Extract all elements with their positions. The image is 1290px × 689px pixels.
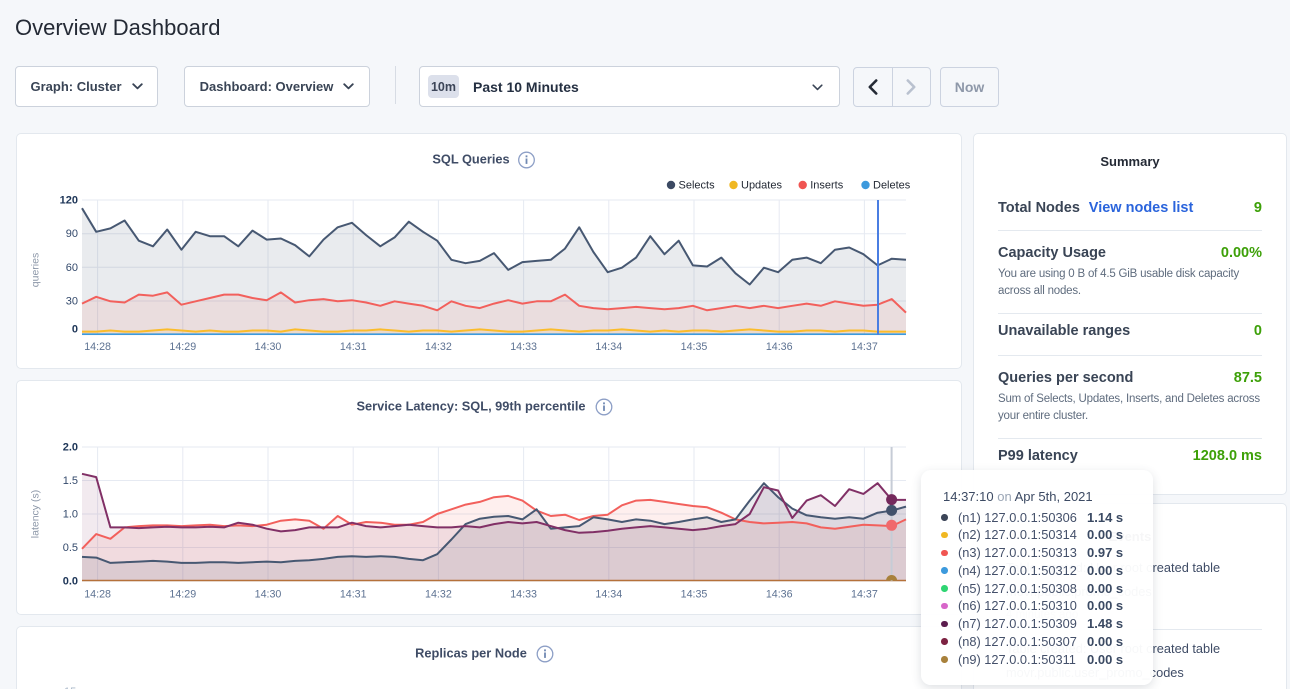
- svg-text:14:28: 14:28: [84, 589, 111, 601]
- svg-text:14:29: 14:29: [169, 589, 196, 601]
- svg-text:Replicas per Node: Replicas per Node: [415, 646, 527, 661]
- svg-text:14:33: 14:33: [510, 341, 537, 353]
- svg-text:60: 60: [66, 262, 78, 274]
- svg-text:Deletes: Deletes: [873, 180, 911, 192]
- svg-text:Selects: Selects: [679, 180, 716, 192]
- svg-text:queries: queries: [30, 253, 42, 287]
- svg-text:14:29: 14:29: [169, 341, 196, 353]
- svg-text:30: 30: [66, 296, 78, 308]
- svg-text:0: 0: [72, 324, 78, 336]
- svg-text:90: 90: [66, 228, 78, 240]
- svg-text:1.0: 1.0: [63, 509, 78, 521]
- svg-text:14:28: 14:28: [84, 341, 111, 353]
- svg-text:14:34: 14:34: [595, 589, 622, 601]
- svg-text:14:37: 14:37: [851, 589, 878, 601]
- svg-text:Inserts: Inserts: [810, 180, 844, 192]
- svg-text:14:30: 14:30: [255, 341, 282, 353]
- svg-text:120: 120: [60, 195, 78, 207]
- svg-text:1.5: 1.5: [63, 475, 78, 487]
- svg-text:14:30: 14:30: [255, 589, 282, 601]
- svg-text:0.0: 0.0: [63, 576, 78, 588]
- svg-text:14:35: 14:35: [681, 589, 708, 601]
- svg-text:14:31: 14:31: [340, 589, 367, 601]
- svg-text:latency (s): latency (s): [30, 490, 42, 538]
- svg-text:14:33: 14:33: [510, 589, 537, 601]
- svg-text:14:31: 14:31: [340, 341, 367, 353]
- svg-text:14:36: 14:36: [766, 341, 793, 353]
- svg-text:14:36: 14:36: [766, 589, 793, 601]
- svg-text:14:37: 14:37: [851, 341, 878, 353]
- svg-text:2.0: 2.0: [63, 442, 78, 454]
- svg-text:14:34: 14:34: [595, 341, 622, 353]
- svg-text:14:32: 14:32: [425, 589, 452, 601]
- svg-text:14:32: 14:32: [425, 341, 452, 353]
- svg-text:0.5: 0.5: [63, 542, 78, 554]
- svg-text:14:35: 14:35: [681, 341, 708, 353]
- svg-text:Updates: Updates: [741, 180, 782, 192]
